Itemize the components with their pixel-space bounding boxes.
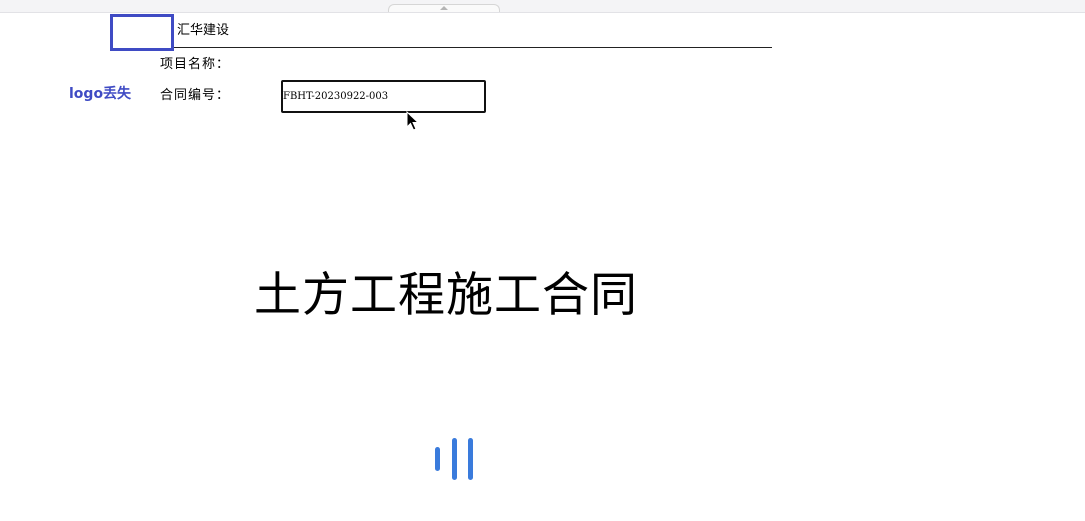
loader-bar xyxy=(468,438,473,480)
collapse-toggle[interactable] xyxy=(388,4,500,12)
loader-bar xyxy=(452,438,457,480)
contract-number-label: 合同编号： xyxy=(160,88,231,103)
company-name: 汇华建设 xyxy=(177,23,230,38)
logo-missing-text: logo丢失 xyxy=(69,86,132,102)
header-divider xyxy=(174,47,772,48)
document-title: 土方工程施工合同 xyxy=(254,268,638,323)
loader-bar xyxy=(435,447,440,471)
logo-placeholder xyxy=(110,14,174,51)
project-name-label: 项目名称： xyxy=(160,57,231,72)
loading-bars-icon xyxy=(434,438,474,480)
top-toolbar xyxy=(0,0,1085,13)
contract-number-field[interactable]: FBHT-20230922-003 xyxy=(281,80,486,113)
mouse-pointer-icon xyxy=(406,111,420,131)
chevron-up-icon xyxy=(440,6,448,10)
